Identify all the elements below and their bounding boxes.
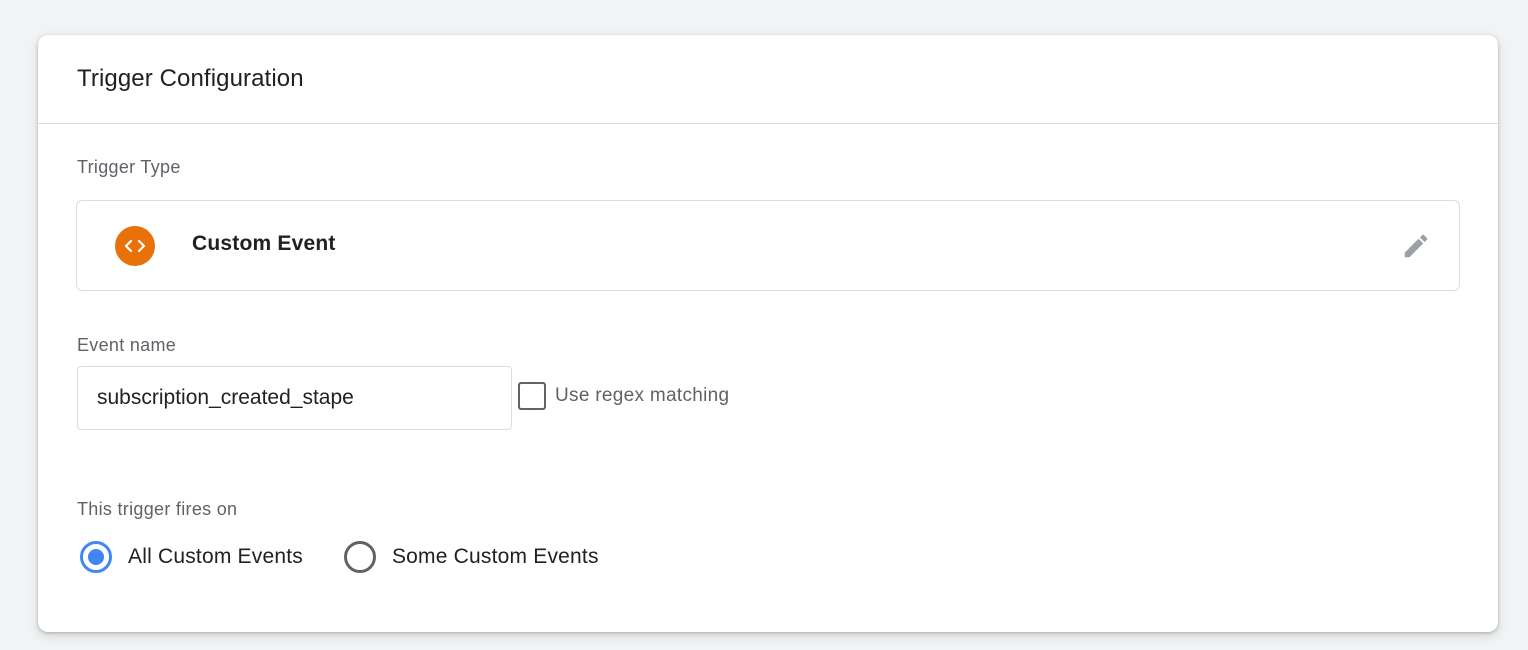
- card-header: Trigger Configuration: [38, 35, 1498, 124]
- pencil-icon[interactable]: [1399, 229, 1433, 263]
- trigger-type-label: Trigger Type: [77, 157, 181, 177]
- card-title: Trigger Configuration: [77, 65, 304, 92]
- regex-matching-label: Use regex matching: [555, 385, 730, 406]
- radio-button-unselected[interactable]: [343, 541, 376, 573]
- fires-on-label: This trigger fires on: [77, 499, 238, 519]
- custom-event-code-icon: [115, 226, 155, 266]
- radio-option-all-custom-events[interactable]: All Custom Events: [80, 541, 303, 573]
- radio-label-all-custom-events: All Custom Events: [128, 545, 303, 568]
- trigger-configuration-card: Trigger Configuration Trigger Type Custo…: [38, 35, 1498, 632]
- radio-button-selected[interactable]: [80, 541, 112, 573]
- regex-matching-checkbox[interactable]: [518, 382, 546, 410]
- event-name-input[interactable]: [77, 366, 512, 430]
- fires-on-radio-group: All Custom Events Some Custom Events: [80, 541, 599, 573]
- radio-dot: [88, 549, 104, 565]
- trigger-type-selector[interactable]: Custom Event: [76, 200, 1460, 291]
- regex-matching-checkbox-wrapper[interactable]: Use regex matching: [518, 382, 729, 410]
- radio-label-some-custom-events: Some Custom Events: [391, 545, 599, 568]
- event-name-label: Event name: [77, 335, 177, 355]
- radio-option-some-custom-events[interactable]: Some Custom Events: [343, 541, 599, 573]
- trigger-type-name: Custom Event: [192, 232, 336, 255]
